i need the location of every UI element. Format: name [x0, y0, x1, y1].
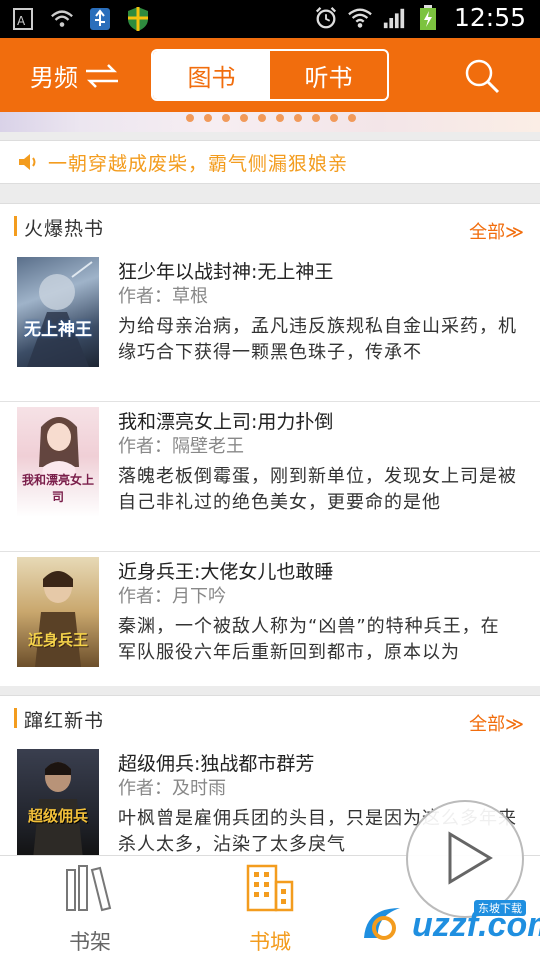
- tab-audiobooks[interactable]: 听书: [270, 51, 387, 99]
- watermark-logo: uzzf.com 东坡下载: [356, 898, 540, 954]
- book-title: 超级佣兵:独战都市群芳: [118, 753, 315, 775]
- wifi-signal-icon: [51, 10, 73, 27]
- section-accent-bar: [14, 708, 17, 728]
- book-cover: 近身兵王: [17, 557, 99, 667]
- watermark-tag: 东坡下载: [474, 900, 526, 916]
- carousel-dot: [330, 114, 338, 122]
- carousel-dot: [204, 114, 212, 122]
- book-item[interactable]: 无上神王 狂少年以战封神:无上神王 作者：草根 为给母亲治病，孟凡违反族规私自金…: [0, 252, 540, 402]
- section-accent-bar: [14, 216, 17, 236]
- hot-books-section: 火爆热书 全部≫ 无上神王 狂少年以战封神:无上神王 作者：草根 为给母亲治病，…: [0, 203, 540, 686]
- carousel-dot: [186, 114, 194, 122]
- cover-title: 无上神王: [24, 320, 92, 340]
- speaker-icon: [19, 154, 36, 170]
- carousel-indicators: [186, 114, 356, 122]
- tab-books[interactable]: 图书: [153, 51, 270, 99]
- status-bar: A 12:55: [0, 0, 540, 38]
- book-cover: 超级佣兵: [17, 749, 99, 859]
- carousel-dot: [258, 114, 266, 122]
- nav-bookshelf[interactable]: 书架: [0, 856, 180, 960]
- book-item[interactable]: 我和漂亮女上司 我和漂亮女上司:用力扑倒 作者：隔壁老王 落魄老板倒霉蛋，刚到新…: [0, 402, 540, 552]
- cover-art: [35, 571, 81, 667]
- book-author: 作者：及时雨: [118, 778, 226, 799]
- book-author: 作者：草根: [118, 286, 208, 307]
- announcement-text: 一朝穿越成废柴，霸气侧漏狠娘亲: [48, 152, 349, 175]
- book-title: 近身兵王:大佬女儿也敢睡: [118, 561, 334, 583]
- nav-label: 书城: [249, 930, 291, 954]
- book-description: 秦渊，一个被敌人称为“凶兽”的特种兵王，在军队服役六年后重新回到都市，原本以为: [118, 616, 500, 663]
- cell-signal-icon: [383, 8, 405, 28]
- alarm-icon: [315, 6, 336, 28]
- nav-label: 书架: [69, 930, 111, 954]
- book-author: 作者：月下吟: [118, 586, 226, 607]
- wifi-icon: [348, 8, 372, 28]
- watermark-swoosh-icon: [364, 908, 400, 940]
- keyboard-icon: A: [13, 8, 33, 30]
- carousel-dot: [240, 114, 248, 122]
- cover-title: 超级佣兵: [27, 807, 88, 825]
- carousel-dot: [276, 114, 284, 122]
- book-cover: 我和漂亮女上司: [17, 407, 99, 517]
- nav-bookstore[interactable]: 书城: [180, 856, 360, 960]
- svg-text:A: A: [17, 14, 26, 28]
- banner-carousel[interactable]: [0, 112, 540, 132]
- book-author: 作者：隔壁老王: [118, 436, 244, 457]
- swap-arrows-icon: [86, 63, 118, 88]
- clock: 12:55: [453, 3, 526, 32]
- carousel-dot: [348, 114, 356, 122]
- shield-icon: [128, 7, 148, 31]
- carousel-dot: [222, 114, 230, 122]
- battery-charging-icon: [419, 4, 436, 30]
- book-cover: 无上神王: [17, 257, 99, 367]
- book-title: 我和漂亮女上司:用力扑倒: [118, 411, 334, 433]
- book-title: 狂少年以战封神:无上神王: [118, 261, 334, 283]
- section-title: 火爆热书: [24, 218, 105, 240]
- content-type-tabs: 图书 听书: [151, 49, 389, 101]
- gender-switch-button[interactable]: 男频: [30, 58, 120, 93]
- carousel-dot: [312, 114, 320, 122]
- usb-icon: [90, 8, 110, 30]
- see-all-link[interactable]: 全部≫: [469, 710, 524, 736]
- search-icon[interactable]: [464, 58, 500, 94]
- book-item[interactable]: 近身兵王 近身兵王:大佬女儿也敢睡 作者：月下吟 秦渊，一个被敌人称为“凶兽”的…: [0, 552, 540, 702]
- announcement-bar[interactable]: 一朝穿越成废柴，霸气侧漏狠娘亲: [0, 140, 540, 184]
- section-header: 火爆热书 全部≫: [0, 204, 540, 252]
- bookshelf-icon: [66, 865, 112, 912]
- book-description: 落魄老板倒霉蛋，刚到新单位，发现女上司是被自己非礼过的绝色美女，更要命的是他: [118, 466, 517, 513]
- cover-title: 我和漂亮女上司: [21, 473, 94, 504]
- carousel-dot: [294, 114, 302, 122]
- cover-art: [27, 261, 93, 367]
- gender-label: 男频: [30, 64, 78, 92]
- see-all-link[interactable]: 全部≫: [469, 218, 524, 244]
- top-app-bar: 男频 图书 听书: [0, 38, 540, 112]
- cover-art: [33, 762, 83, 859]
- section-title: 蹿红新书: [24, 710, 105, 732]
- cover-title: 近身兵王: [27, 631, 88, 649]
- bookstore-building-icon: [246, 864, 294, 912]
- section-header: 蹿红新书 全部≫: [0, 696, 540, 744]
- book-description: 为给母亲治病，孟凡违反族规私自金山采药，机缘巧合下获得一颗黑色珠子，传承不: [118, 316, 517, 363]
